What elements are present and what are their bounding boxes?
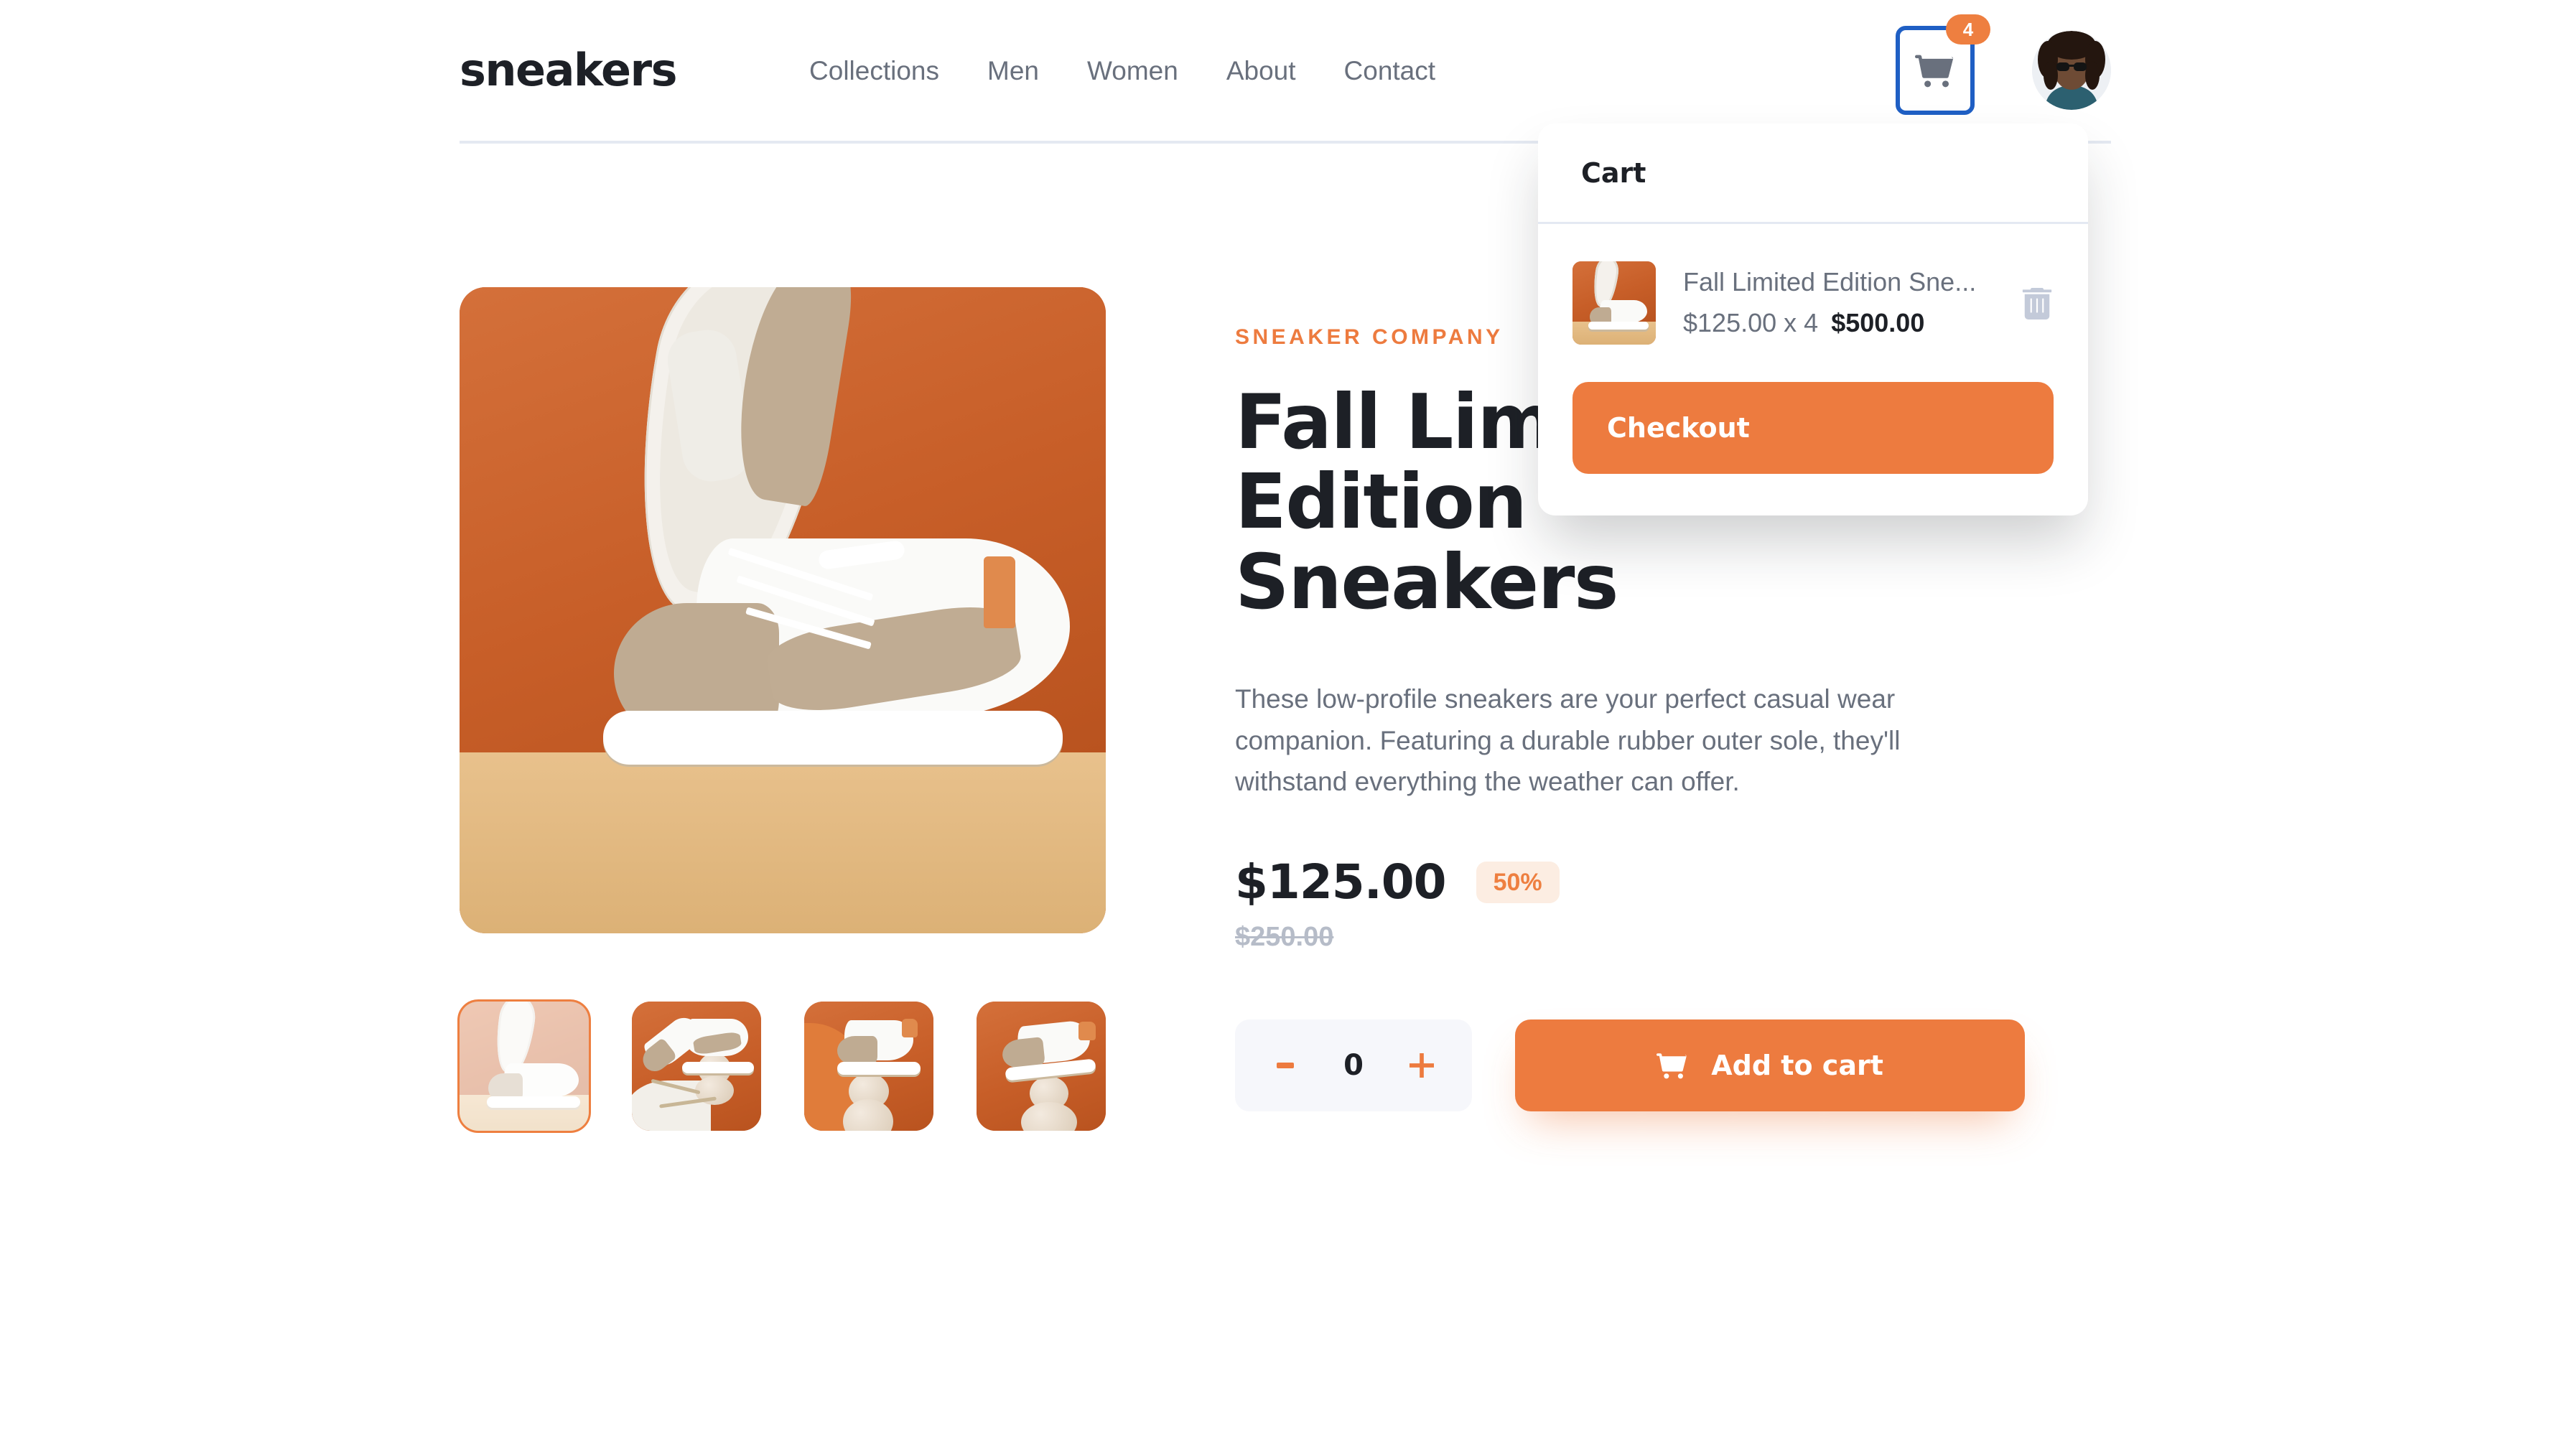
cart-item-quantity: x 4: [1784, 308, 1819, 337]
checkout-label: Checkout: [1607, 412, 1750, 444]
site-logo[interactable]: sneakers: [460, 48, 678, 93]
cart-badge: 4: [1946, 14, 1990, 45]
avatar[interactable]: [2032, 31, 2111, 110]
nav-item-about[interactable]: About: [1226, 57, 1296, 84]
add-to-cart-label: Add to cart: [1711, 1050, 1883, 1082]
price-current: $125.00: [1235, 854, 1447, 910]
cart-panel-title: Cart: [1581, 157, 1646, 189]
cart-item-unit-price: $125.00: [1683, 308, 1777, 337]
product-description: These low-profile sneakers are your perf…: [1235, 683, 1901, 797]
discount-badge: 50%: [1476, 862, 1560, 904]
price-row: $125.00 50%: [1235, 859, 2025, 906]
product-main-image[interactable]: [460, 287, 1106, 933]
nav-item-collections[interactable]: Collections: [809, 57, 939, 84]
site-header: sneakers Collections Men Women About Con…: [460, 0, 2111, 144]
cart-dropdown-panel: Cart Fall Limited Edition Sne... $125.00…: [1538, 123, 2088, 515]
product-gallery: [457, 287, 1106, 1133]
nav-item-contact[interactable]: Contact: [1344, 57, 1436, 84]
shopping-cart-icon: [1915, 55, 1954, 88]
cart-item-name: Fall Limited Edition Sne...: [1683, 267, 1977, 297]
trash-icon: [2022, 288, 2052, 319]
cart-button[interactable]: 4: [1896, 14, 1990, 115]
cart-item-delete-button[interactable]: [2021, 285, 2054, 321]
product-page: sneakers Collections Men Women About Con…: [0, 0, 2572, 1456]
checkout-button[interactable]: Checkout: [1572, 382, 2054, 474]
avatar-image: [2032, 31, 2111, 110]
quantity-value: 0: [1343, 1049, 1364, 1083]
quantity-stepper: 0: [1235, 1019, 1473, 1112]
purchase-actions: 0 Add to cart: [1235, 1019, 2025, 1112]
cart-item-details: Fall Limited Edition Sne... $125.00 x 4 …: [1683, 266, 1993, 340]
add-to-cart-button[interactable]: Add to cart: [1515, 1019, 2025, 1112]
price-original: $250.00: [1235, 922, 1334, 953]
cart-panel-header: Cart: [1538, 123, 2088, 224]
minus-icon: [1277, 1063, 1294, 1069]
main-navigation: Collections Men Women About Contact: [809, 57, 1435, 84]
product-thumbnail-3[interactable]: [804, 1002, 933, 1131]
cart-item-total: $500.00: [1831, 308, 1925, 337]
cart-panel-body: Fall Limited Edition Sne... $125.00 x 4 …: [1538, 224, 2088, 515]
product-thumbnail-2[interactable]: [632, 1002, 761, 1131]
product-thumbnail-4[interactable]: [977, 1002, 1106, 1131]
quantity-increment-button[interactable]: [1406, 1050, 1438, 1081]
thumbnail-list: [457, 999, 1106, 1133]
cart-item-thumbnail: [1572, 261, 1656, 345]
nav-item-women[interactable]: Women: [1087, 57, 1178, 84]
cart-item-price: $125.00 x 4 $500.00: [1683, 307, 1993, 340]
product-thumbnail-1[interactable]: [457, 999, 591, 1133]
nav-item-men[interactable]: Men: [987, 57, 1039, 84]
quantity-decrement-button[interactable]: [1269, 1050, 1301, 1081]
plus-icon: [1410, 1053, 1435, 1078]
cart-item: Fall Limited Edition Sne... $125.00 x 4 …: [1572, 261, 2054, 345]
cart-icon: [1657, 1053, 1687, 1079]
header-actions: 4: [1896, 14, 2111, 115]
